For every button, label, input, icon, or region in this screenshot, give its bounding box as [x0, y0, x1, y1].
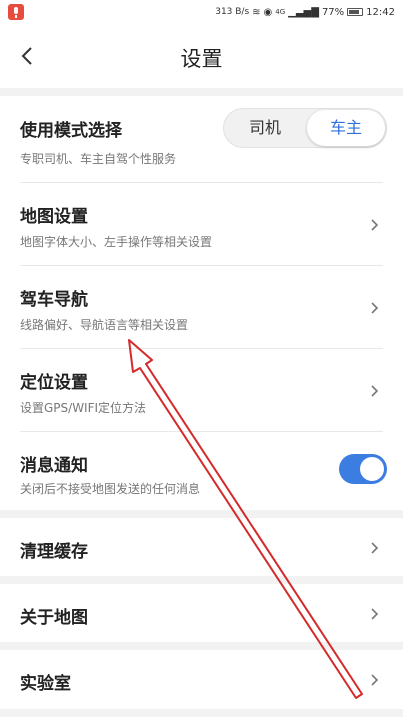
mode-select-subtitle: 专职司机、车主自驾个性服务 — [20, 152, 177, 166]
status-bar: 313 B/s ≋ ◉ 4G ▁▃▅▇ 77% 12:42 — [0, 0, 403, 24]
settings-item-notifications: 消息通知 关闭后不接受地图发送的任何消息 — [0, 432, 403, 510]
settings-item-subtitle: 地图字体大小、左手操作等相关设置 — [20, 235, 213, 249]
settings-item-lab[interactable]: 实验室 — [0, 650, 403, 709]
signal-icon: ▁▃▅▇ — [288, 6, 319, 18]
mode-select-title: 使用模式选择 — [20, 121, 122, 141]
settings-item-map[interactable]: 地图设置 地图字体大小、左手操作等相关设置 — [0, 183, 403, 265]
chevron-right-icon — [369, 540, 381, 554]
settings-item-title: 定位设置 — [20, 373, 88, 393]
settings-item-clear-cache[interactable]: 清理缓存 — [0, 518, 403, 576]
wifi-icon: ≋ — [252, 6, 261, 18]
mode-segmented-control: 司机 车主 — [223, 108, 387, 148]
settings-item-title: 关于地图 — [20, 608, 88, 628]
settings-item-location[interactable]: 定位设置 设置GPS/WIFI定位方法 — [0, 349, 403, 431]
settings-item-title: 驾车导航 — [20, 290, 88, 310]
header: 设置 — [0, 24, 403, 88]
settings-group: 使用模式选择 专职司机、车主自驾个性服务 司机 车主 地图设置 地图字体大小、左… — [0, 96, 403, 510]
settings-item-subtitle: 设置GPS/WIFI定位方法 — [20, 401, 147, 415]
settings-item-title: 清理缓存 — [20, 542, 88, 562]
location-icon: ◉ — [263, 6, 273, 18]
settings-item-subtitle: 关闭后不接受地图发送的任何消息 — [20, 482, 201, 496]
status-right: 313 B/s ≋ ◉ 4G ▁▃▅▇ 77% 12:42 — [215, 4, 395, 20]
settings-item-navigation[interactable]: 驾车导航 线路偏好、导航语言等相关设置 — [0, 266, 403, 348]
chevron-right-icon — [369, 606, 381, 620]
bottom-spacer — [0, 709, 403, 717]
mode-select-row: 使用模式选择 专职司机、车主自驾个性服务 司机 车主 — [0, 96, 403, 182]
chevron-right-icon — [369, 672, 381, 686]
settings-item-title: 消息通知 — [20, 456, 88, 476]
chevron-right-icon — [369, 300, 381, 314]
clock: 12:42 — [366, 6, 395, 18]
mode-option-owner[interactable]: 车主 — [307, 110, 385, 146]
chevron-right-icon — [369, 383, 381, 397]
settings-item-title: 地图设置 — [20, 207, 88, 227]
settings-item-about[interactable]: 关于地图 — [0, 584, 403, 642]
battery-icon — [347, 8, 364, 16]
settings-item-title: 实验室 — [20, 674, 71, 694]
network-speed: 313 B/s — [215, 7, 250, 17]
chevron-right-icon — [369, 217, 381, 231]
mode-option-driver[interactable]: 司机 — [224, 109, 306, 147]
mic-icon — [8, 4, 24, 20]
notifications-toggle[interactable] — [339, 454, 387, 484]
page-title: 设置 — [180, 47, 223, 71]
battery-percent: 77% — [321, 6, 345, 18]
settings-item-subtitle: 线路偏好、导航语言等相关设置 — [20, 318, 189, 332]
network-type: 4G — [275, 8, 286, 16]
